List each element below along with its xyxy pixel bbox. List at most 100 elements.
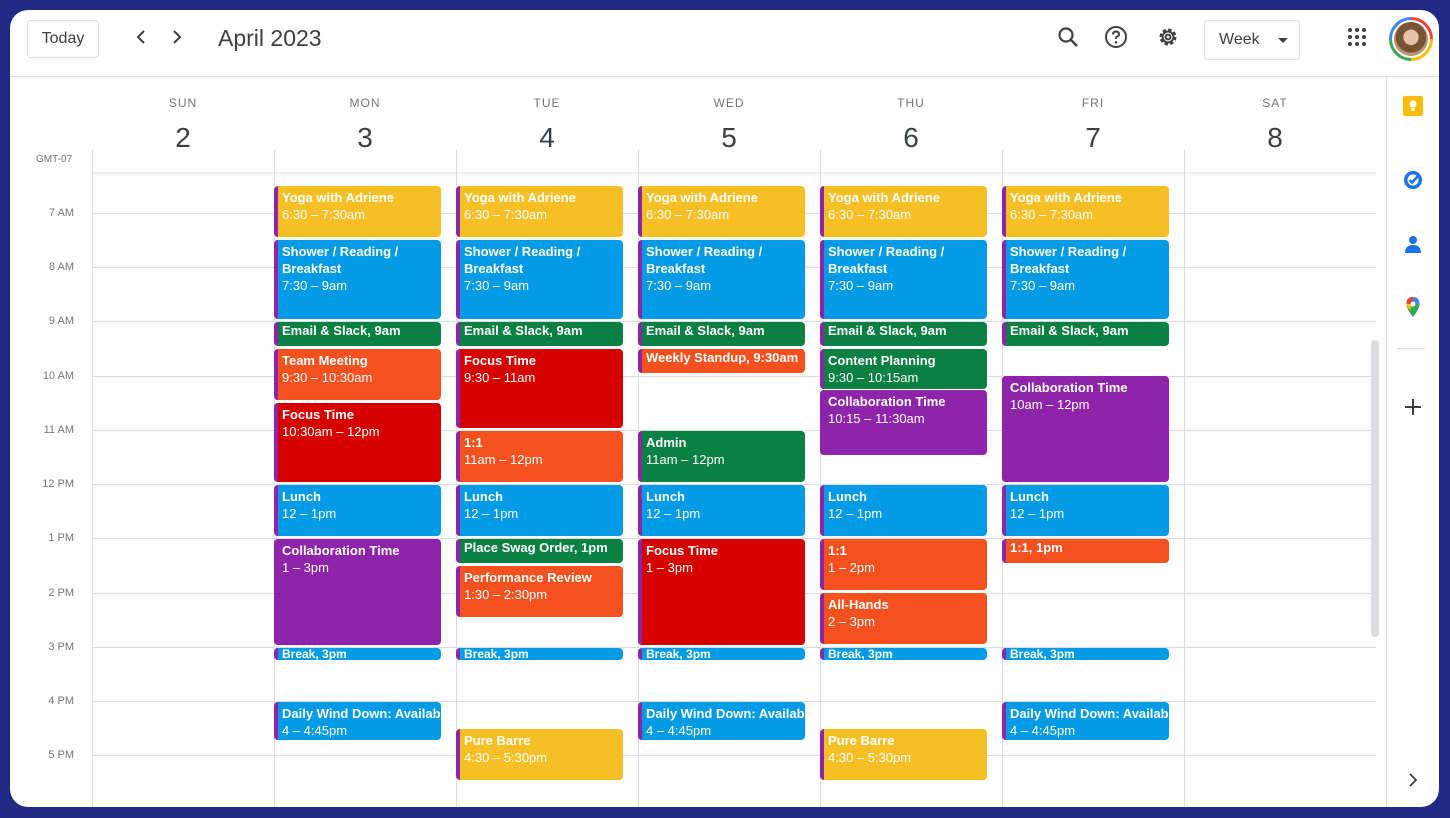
maps-button[interactable] <box>1401 296 1425 323</box>
day-number-mon[interactable]: 3 <box>274 122 456 154</box>
day-number-wed[interactable]: 5 <box>638 122 820 154</box>
calendar-event[interactable]: Lunch 12 – 1pm <box>1002 485 1169 536</box>
calendar-event[interactable]: Yoga with Adriene 6:30 – 7:30am <box>1002 186 1169 237</box>
calendar-event[interactable]: 1:1 1 – 2pm <box>820 539 987 590</box>
calendar-event[interactable]: Email & Slack, 9am <box>456 322 623 346</box>
search-button[interactable] <box>1053 24 1083 54</box>
calendar-event[interactable]: Yoga with Adriene 6:30 – 7:30am <box>456 186 623 237</box>
calendar-event[interactable]: Email & Slack, 9am <box>1002 322 1169 346</box>
event-title: Team Meeting <box>282 353 368 368</box>
calendar-event[interactable]: Lunch 12 – 1pm <box>274 485 441 536</box>
view-selector[interactable]: Week <box>1204 20 1300 60</box>
previous-week-button[interactable] <box>126 24 156 54</box>
event-time: 6:30 – 7:30am <box>828 207 912 222</box>
calendar-event[interactable]: 1:1 11am – 12pm <box>456 431 623 482</box>
day-number-fri[interactable]: 7 <box>1002 122 1184 154</box>
event-time: 7:30 – 9am <box>1010 278 1076 293</box>
calendar-event[interactable]: Break, 3pm <box>274 648 441 660</box>
keep-button[interactable] <box>1401 95 1425 120</box>
day-number-thu[interactable]: 6 <box>820 122 1002 154</box>
event-color-stripe <box>274 349 278 400</box>
day-name-tue: TUE <box>533 96 561 110</box>
calendar-event[interactable]: Break, 3pm <box>1002 648 1169 660</box>
tasks-button[interactable] <box>1401 170 1425 194</box>
calendar-event[interactable]: Email & Slack, 9am <box>638 322 805 346</box>
calendar-event[interactable]: Place Swag Order, 1pm <box>456 539 623 563</box>
calendar-event[interactable]: Focus Time 1 – 3pm <box>638 539 805 645</box>
calendar-event[interactable]: Collaboration Time 10am – 12pm <box>1002 376 1169 482</box>
contacts-button[interactable] <box>1401 234 1425 258</box>
calendar-event[interactable]: Content Planning 9:30 – 10:15am <box>820 349 987 389</box>
event-title: Shower / Reading / Breakfast <box>282 244 399 276</box>
calendar-event[interactable]: All-Hands 2 – 3pm <box>820 593 987 644</box>
calendar-event[interactable]: Break, 3pm <box>638 648 805 660</box>
calendar-event[interactable]: Team Meeting 9:30 – 10:30am <box>274 349 441 400</box>
event-title: Shower / Reading / Breakfast <box>828 244 945 276</box>
day-number-sat[interactable]: 8 <box>1184 122 1366 154</box>
day-name-sun: SUN <box>168 96 198 110</box>
time-label: 11 AM <box>43 424 74 436</box>
calendar-event[interactable]: Shower / Reading / Breakfast 7:30 – 9am <box>820 240 987 319</box>
today-button[interactable]: Today <box>27 20 99 58</box>
view-selector-label: Week <box>1219 31 1260 48</box>
calendar-event[interactable]: Collaboration Time 1 – 3pm <box>274 539 441 645</box>
event-time: 9:30 – 11am <box>464 370 536 385</box>
calendar-event[interactable]: Shower / Reading / Breakfast 7:30 – 9am <box>638 240 805 319</box>
calendar-event[interactable]: Lunch 12 – 1pm <box>456 485 623 536</box>
account-avatar[interactable] <box>1389 17 1433 61</box>
event-time: 1 – 3pm <box>646 560 693 575</box>
event-title: Focus Time <box>282 407 355 422</box>
calendar-event[interactable]: Weekly Standup, 9:30am <box>638 349 805 373</box>
calendar-event[interactable]: Admin 11am – 12pm <box>638 431 805 482</box>
calendar-event[interactable]: Shower / Reading / Breakfast 7:30 – 9am <box>274 240 441 319</box>
calendar-event[interactable]: Shower / Reading / Breakfast 7:30 – 9am <box>1002 240 1169 319</box>
event-title: Break, 3pm <box>1010 648 1075 660</box>
maps-icon <box>1402 296 1424 323</box>
apps-button[interactable] <box>1342 24 1372 54</box>
event-title: Lunch <box>646 489 685 504</box>
expand-panel-button[interactable] <box>1401 770 1425 794</box>
event-time: 4:30 – 5:30pm <box>828 750 912 765</box>
calendar-event[interactable]: Daily Wind Down: Available 4 – 4:45pm <box>1002 702 1169 740</box>
calendar-event[interactable]: Pure Barre 4:30 – 5:30pm <box>820 729 987 780</box>
calendar-event[interactable]: Break, 3pm <box>456 648 623 660</box>
calendar-event[interactable]: Focus Time 10:30am – 12pm <box>274 403 441 482</box>
event-title: Break, 3pm <box>828 648 893 660</box>
event-time: 6:30 – 7:30am <box>282 207 366 222</box>
calendar-event[interactable]: Pure Barre 4:30 – 5:30pm <box>456 729 623 780</box>
calendar-event[interactable]: Focus Time 9:30 – 11am <box>456 349 623 428</box>
next-week-button[interactable] <box>162 24 192 54</box>
calendar-event[interactable]: Performance Review 1:30 – 2:30pm <box>456 566 623 617</box>
calendar-event[interactable]: Collaboration Time 10:15 – 11:30am <box>820 390 987 455</box>
hour-line <box>92 755 1376 756</box>
day-number-tue[interactable]: 4 <box>456 122 638 154</box>
event-time: 12 – 1pm <box>464 506 519 521</box>
get-addons-button[interactable] <box>1401 397 1425 421</box>
event-time: 1:30 – 2:30pm <box>464 587 548 602</box>
contacts-icon <box>1402 233 1424 260</box>
calendar-event[interactable]: Lunch 12 – 1pm <box>638 485 805 536</box>
calendar-event[interactable]: 1:1, 1pm <box>1002 539 1169 563</box>
calendar-event[interactable]: Break, 3pm <box>820 648 987 660</box>
event-time: 12 – 1pm <box>646 506 701 521</box>
calendar-event[interactable]: Lunch 12 – 1pm <box>820 485 987 536</box>
settings-button[interactable] <box>1153 24 1183 54</box>
calendar-event[interactable]: Yoga with Adriene 6:30 – 7:30am <box>274 186 441 237</box>
calendar-event[interactable]: Email & Slack, 9am <box>274 322 441 346</box>
day-number-sun[interactable]: 2 <box>92 122 274 154</box>
calendar-event[interactable]: Shower / Reading / Breakfast 7:30 – 9am <box>456 240 623 319</box>
event-color-stripe <box>274 539 278 645</box>
calendar-event[interactable]: Yoga with Adriene 6:30 – 7:30am <box>638 186 805 237</box>
calendar-event[interactable]: Email & Slack, 9am <box>820 322 987 346</box>
event-title: Yoga with Adriene <box>282 190 394 205</box>
event-title: Yoga with Adriene <box>828 190 940 205</box>
help-button[interactable] <box>1101 24 1131 54</box>
event-color-stripe <box>456 431 460 482</box>
calendar-event[interactable]: Daily Wind Down: Available 4 – 4:45pm <box>274 702 441 740</box>
event-color-stripe <box>638 322 642 346</box>
vertical-scrollbar[interactable] <box>1371 340 1379 637</box>
calendar-event[interactable]: Yoga with Adriene 6:30 – 7:30am <box>820 186 987 237</box>
event-time: 1 – 3pm <box>282 560 329 575</box>
calendar-event[interactable]: Daily Wind Down: Available 4 – 4:45pm <box>638 702 805 740</box>
event-color-stripe <box>456 648 460 660</box>
